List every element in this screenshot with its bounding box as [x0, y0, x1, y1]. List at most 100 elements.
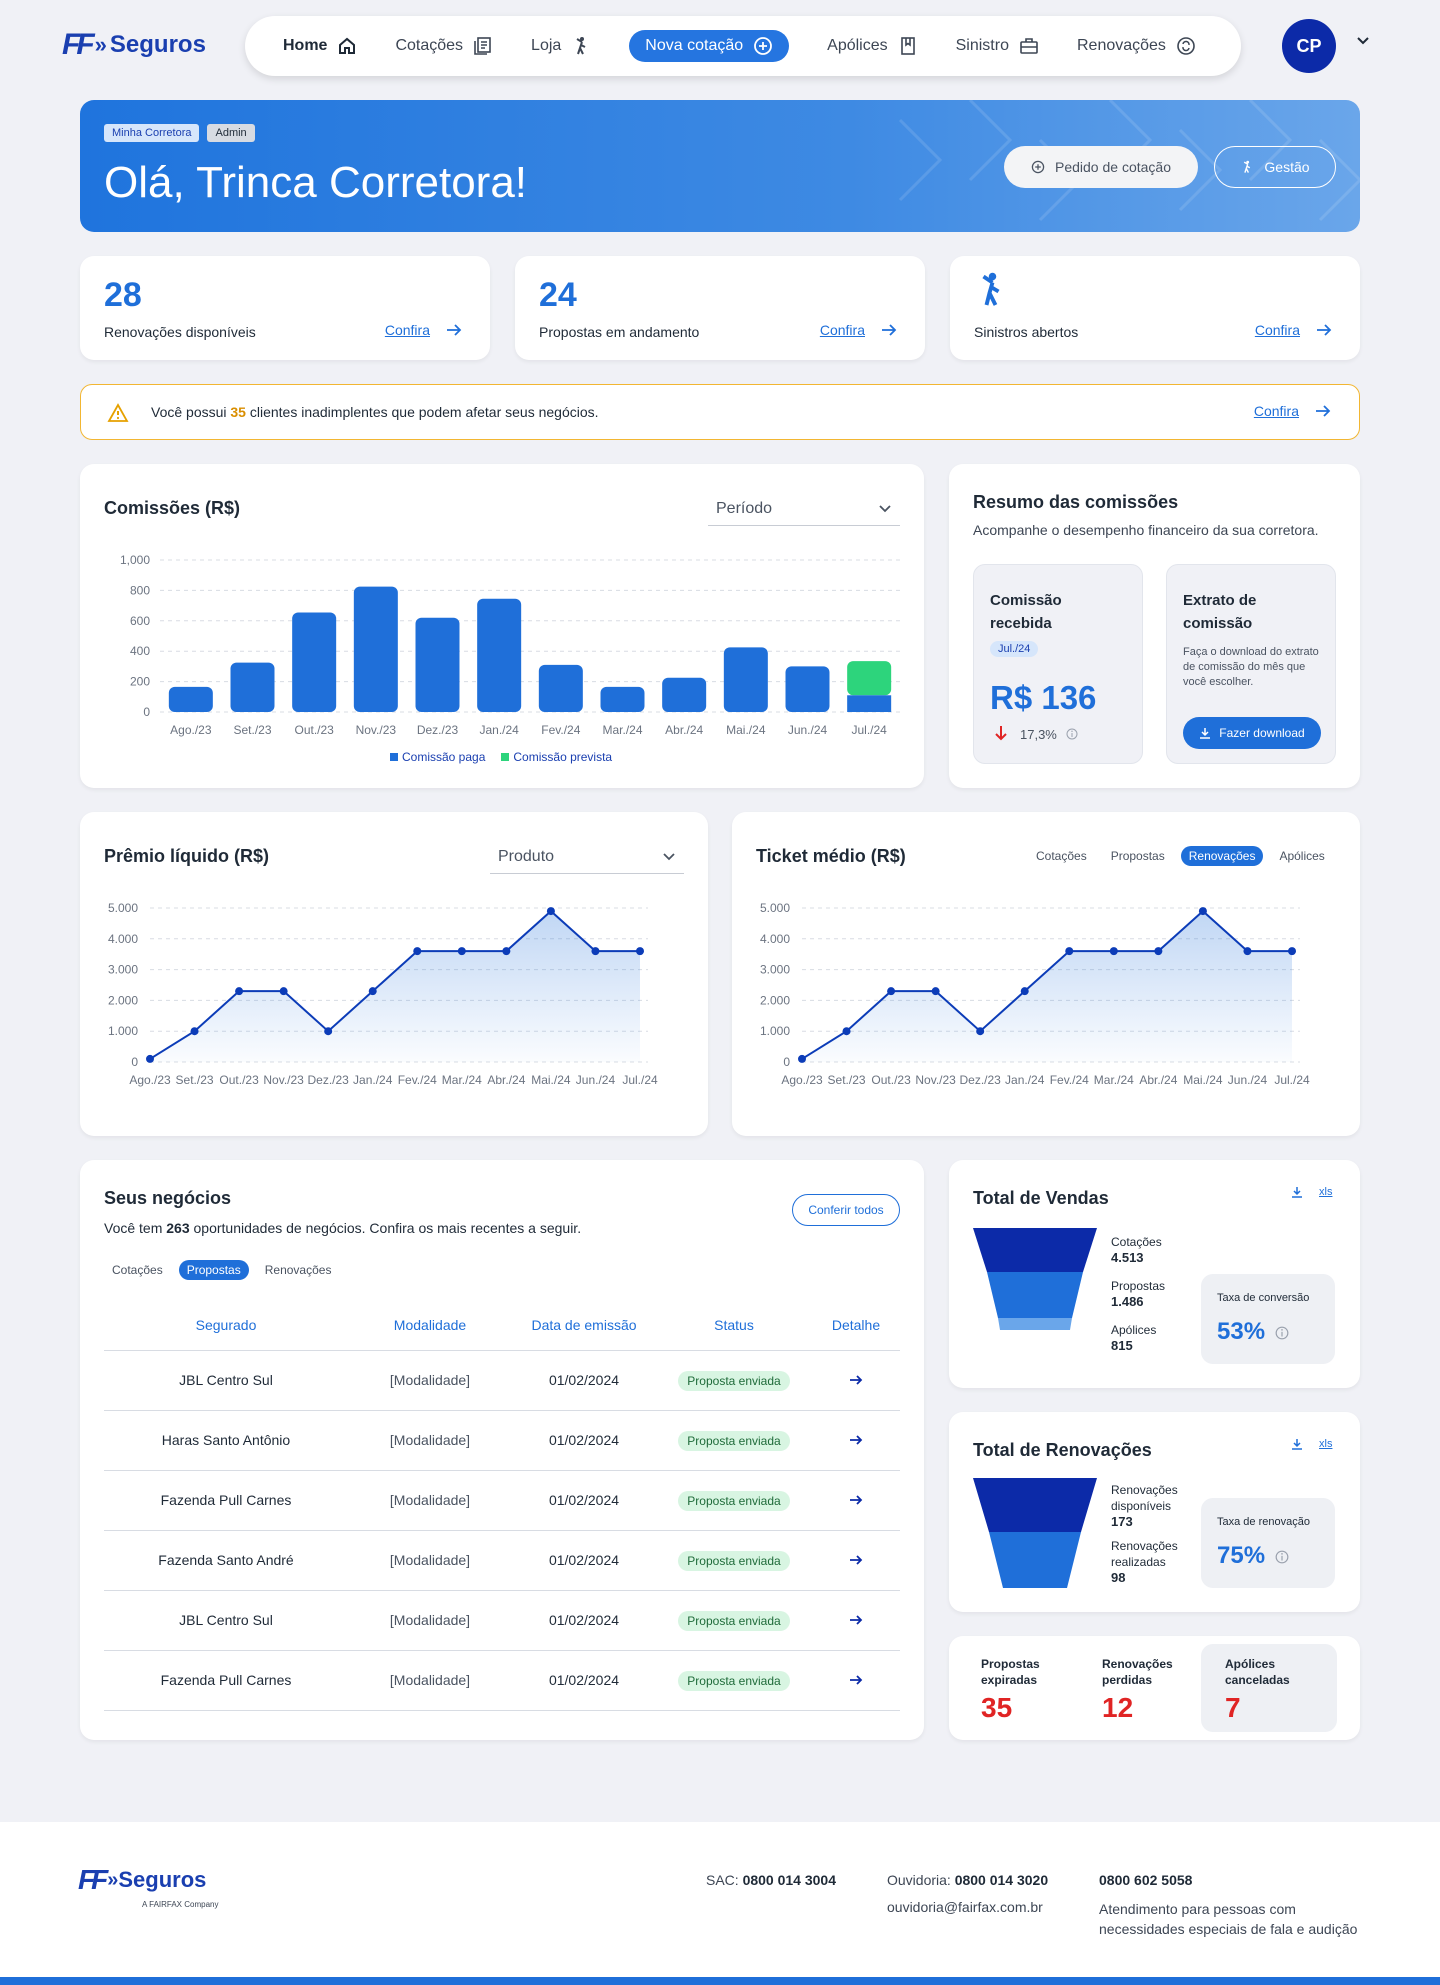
product-select[interactable]: Produto	[490, 840, 684, 874]
nav-nova-cotacao[interactable]: Nova cotação	[629, 30, 790, 62]
nav-home[interactable]: Home	[283, 36, 357, 56]
nav-label: Renovações	[1076, 37, 1166, 54]
col-detalhe[interactable]: Detalhe	[812, 1300, 900, 1351]
data-point	[413, 947, 422, 956]
footer: FF » Seguros A FAIRFAX Company SAC: 0800…	[0, 1822, 1440, 1985]
tab-renovacoes[interactable]: Renovações	[1180, 846, 1264, 866]
user-avatar[interactable]: CP	[1282, 19, 1336, 73]
nav-label: Home	[283, 37, 328, 54]
sac-label: SAC:	[706, 1872, 739, 1888]
arrow-right-icon[interactable]	[849, 1615, 863, 1625]
business-title: Seus negócios	[104, 1188, 232, 1208]
nav-loja[interactable]: Loja	[531, 36, 591, 56]
stat-link[interactable]: Confira	[385, 322, 462, 338]
data-point	[457, 947, 466, 956]
premium-line-chart: 0 1.000 2.000 3.000 4.000 5.000 Ago./23 Set./23…	[108, 901, 658, 1087]
bar-paid	[168, 686, 213, 712]
cell-detalhe[interactable]	[812, 1470, 900, 1531]
tab-propostas[interactable]: Propostas	[1103, 846, 1173, 866]
tab-apolices[interactable]: Apólices	[1271, 846, 1332, 866]
cell-detalhe[interactable]	[812, 1590, 900, 1651]
table-row[interactable]: Haras Santo Antônio [Modalidade] 01/02/2…	[104, 1410, 900, 1471]
x-tick-label: Set./23	[828, 1073, 866, 1087]
arrow-right-icon[interactable]	[849, 1675, 863, 1685]
data-point	[1288, 947, 1296, 956]
nav-renovacoes[interactable]: Renovações	[1077, 36, 1196, 56]
chevron-down-icon	[879, 504, 891, 512]
accessibility-number[interactable]: 0800 602 5058	[1099, 1872, 1192, 1888]
data-point	[976, 1027, 985, 1036]
role-tag: Admin	[207, 124, 255, 142]
info-icon[interactable]	[1066, 728, 1078, 740]
info-icon[interactable]	[1275, 1326, 1289, 1340]
tab-propostas[interactable]: Propostas	[178, 1260, 249, 1280]
xls-link[interactable]: xls	[1319, 1186, 1332, 1198]
renewal-rate-box: Taxa de renovação 75%	[1201, 1498, 1335, 1588]
sales-total-card: Total de Vendas xls Cotações 4.513 Propos…	[949, 1160, 1360, 1388]
tab-cotacoes[interactable]: Cotações	[1028, 846, 1095, 866]
commissions-title: Comissões (R$)	[104, 498, 241, 518]
nav-cotacoes[interactable]: Cotações	[395, 36, 493, 56]
period-select[interactable]: Período	[708, 492, 900, 526]
table-row[interactable]: Fazenda Pull Carnes [Modalidade] 01/02/2…	[104, 1650, 900, 1711]
renew-icon	[1177, 37, 1195, 55]
stat-link[interactable]: Confira	[820, 322, 897, 338]
table-row[interactable]: Fazenda Pull Carnes [Modalidade] 01/02/2…	[104, 1470, 900, 1531]
received-period: Jul./24	[990, 641, 1039, 657]
loss-value: 7	[1225, 1692, 1241, 1723]
download-icon[interactable]	[1291, 1438, 1303, 1450]
xls-link[interactable]: xls	[1319, 1438, 1332, 1450]
alert-link[interactable]: Confira	[1254, 403, 1331, 419]
cell-modalidade: [Modalidade]	[348, 1350, 512, 1411]
ticket-line-chart: 0 1.000 2.000 3.000 4.000 5.000 Ago./23 Set./23…	[760, 901, 1310, 1087]
table-row[interactable]: JBL Centro Sul [Modalidade] 01/02/2024 P…	[104, 1350, 900, 1411]
nav-sinistro[interactable]: Sinistro	[956, 36, 1039, 56]
cell-detalhe[interactable]	[812, 1410, 900, 1471]
data-point	[1109, 947, 1118, 956]
legend-label: Comissão paga	[402, 750, 486, 764]
col-data[interactable]: Data de emissão	[512, 1300, 656, 1351]
sales-title: Total de Vendas	[973, 1188, 1109, 1208]
brand-logo[interactable]: FF » Seguros	[62, 28, 206, 62]
data-point	[279, 987, 288, 996]
management-button[interactable]: Gestão	[1214, 146, 1336, 188]
cell-segurado: JBL Centro Sul	[104, 1350, 348, 1411]
arrow-right-icon[interactable]	[849, 1375, 863, 1385]
col-segurado[interactable]: Segurado	[104, 1300, 348, 1351]
cell-detalhe[interactable]	[812, 1530, 900, 1591]
cell-modalidade: [Modalidade]	[348, 1650, 512, 1711]
see-all-button[interactable]: Conferir todos	[792, 1194, 900, 1226]
stat-link[interactable]: Confira	[1255, 322, 1332, 338]
ouv-number[interactable]: 0800 014 3020	[955, 1872, 1048, 1888]
tab-renovacoes[interactable]: Renovações	[257, 1260, 340, 1280]
download-button[interactable]: Fazer download	[1183, 717, 1321, 749]
info-icon[interactable]	[1275, 1550, 1289, 1564]
sales-funnel	[973, 1228, 1097, 1330]
arrow-right-icon[interactable]	[849, 1435, 863, 1445]
table-row[interactable]: Fazenda Santo André [Modalidade] 01/02/2…	[104, 1530, 900, 1591]
download-icon[interactable]	[1291, 1186, 1303, 1198]
ombudsman-email[interactable]: ouvidoria@fairfax.com.br	[887, 1899, 1043, 1915]
table-row[interactable]: JBL Centro Sul [Modalidade] 01/02/2024 P…	[104, 1590, 900, 1651]
arrow-right-icon[interactable]	[849, 1495, 863, 1505]
tab-cotacoes[interactable]: Cotações	[104, 1260, 171, 1280]
alert-suffix: clientes inadimplentes que podem afetar …	[249, 404, 599, 420]
x-tick-label: Ago./23	[129, 1073, 171, 1087]
col-status[interactable]: Status	[656, 1300, 812, 1351]
delinquency-alert: Você possui 35 clientes inadimplentes qu…	[80, 384, 1360, 440]
cell-detalhe[interactable]	[812, 1350, 900, 1411]
chevron-down-icon[interactable]	[1356, 36, 1370, 46]
nav-apolices[interactable]: Apólices	[827, 36, 917, 56]
y-tick-label: 0	[143, 705, 150, 719]
arrow-right-icon[interactable]	[849, 1555, 863, 1565]
sac-number[interactable]: 0800 014 3004	[743, 1872, 836, 1888]
bookmark-icon	[900, 37, 915, 55]
bar-paid	[415, 617, 460, 712]
x-tick-label: Set./23	[176, 1073, 214, 1087]
cell-detalhe[interactable]	[812, 1650, 900, 1711]
quote-request-button[interactable]: Pedido de cotação	[1004, 146, 1198, 188]
footer-logo[interactable]: FF » Seguros	[78, 1864, 206, 1896]
arrow-right-icon	[447, 324, 462, 336]
cell-modalidade: [Modalidade]	[348, 1410, 512, 1471]
col-modalidade[interactable]: Modalidade	[348, 1300, 512, 1351]
